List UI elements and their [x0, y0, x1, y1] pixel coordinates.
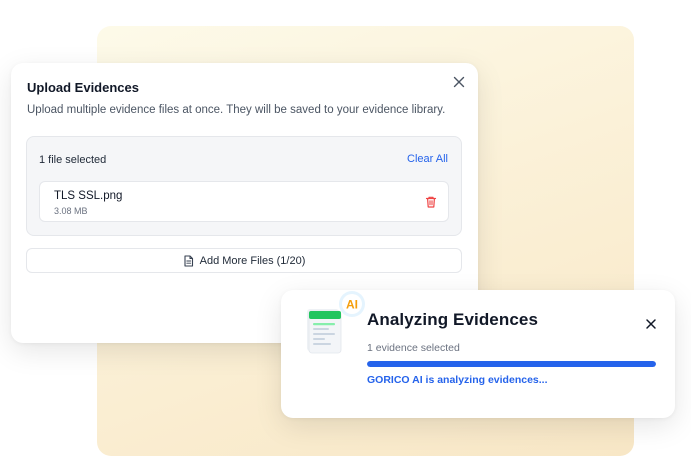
file-icon — [184, 254, 193, 267]
analysis-status-text: GORICO AI is analyzing evidences... — [367, 374, 548, 386]
file-name: TLS SSL.png — [54, 190, 123, 202]
dialog-title: Upload Evidences — [27, 80, 139, 95]
analyzing-title: Analyzing Evidences — [367, 310, 539, 329]
analyzing-evidences-card: AI Analyzing Evidences 1 evidence select… — [281, 290, 675, 418]
close-icon[interactable] — [451, 74, 467, 90]
evidence-selected-count: 1 evidence selected — [367, 342, 460, 354]
add-more-files-label: Add More Files (1/20) — [199, 254, 306, 267]
file-size: 3.08 MB — [54, 206, 88, 216]
dialog-description: Upload multiple evidence files at once. … — [27, 104, 446, 116]
add-more-files-button[interactable]: Add More Files (1/20) — [26, 248, 462, 273]
close-icon[interactable] — [644, 317, 658, 331]
trash-icon[interactable] — [424, 195, 438, 209]
clear-all-button[interactable]: Clear All — [407, 153, 448, 165]
selected-files-count: 1 file selected — [39, 154, 107, 166]
analysis-progress-fill — [367, 361, 656, 367]
selected-files-panel: 1 file selected Clear All TLS SSL.png 3.… — [26, 136, 462, 236]
ai-badge: AI — [346, 298, 358, 312]
file-list-item: TLS SSL.png 3.08 MB — [39, 181, 449, 222]
analysis-progress-bar — [367, 361, 656, 367]
ai-document-icon: AI — [307, 291, 365, 354]
